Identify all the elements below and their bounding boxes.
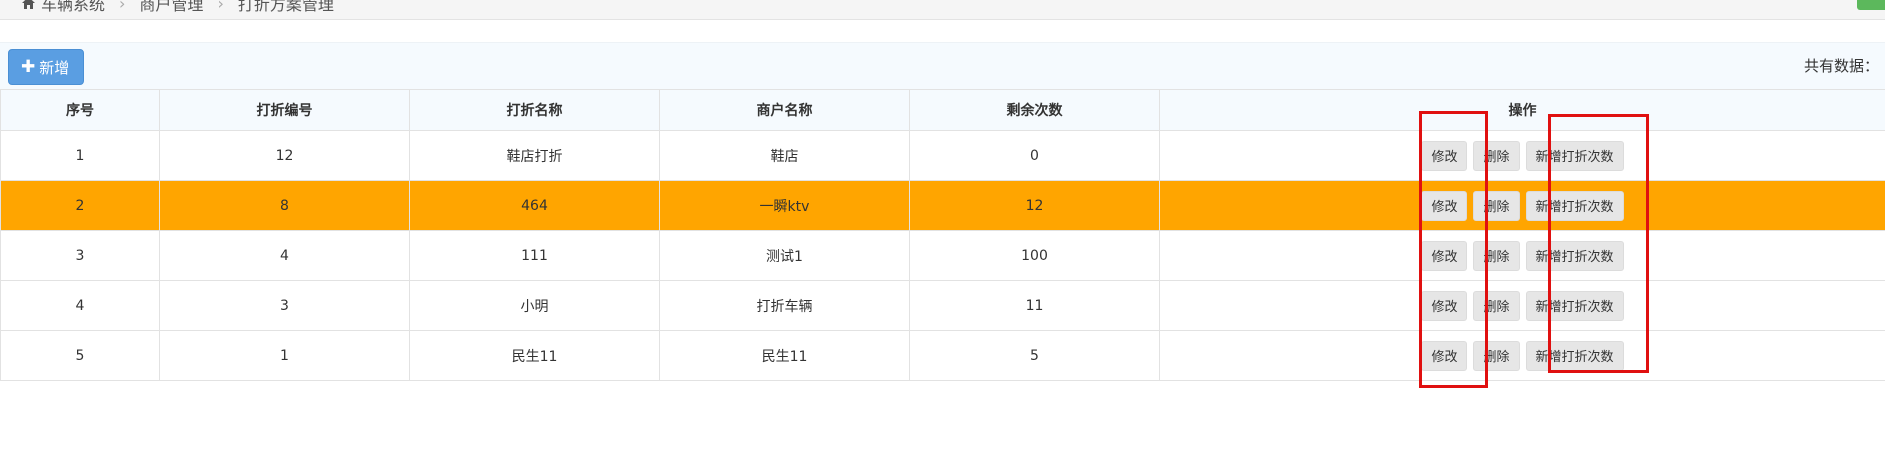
cell-code: 3 bbox=[159, 280, 410, 331]
cell-actions: 修改 删除 新增打折次数 bbox=[1159, 280, 1885, 331]
cell-index: 5 bbox=[0, 330, 160, 381]
breadcrumb-separator: › bbox=[217, 0, 224, 13]
cell-actions: 修改 删除 新增打折次数 bbox=[1159, 130, 1885, 181]
edit-button[interactable]: 修改 bbox=[1421, 340, 1468, 371]
table-row[interactable]: 1 12 鞋店打折 鞋店 0 修改 删除 新增打折次数 bbox=[0, 130, 1885, 181]
delete-button[interactable]: 删除 bbox=[1473, 190, 1520, 221]
header-actions: 操作 bbox=[1159, 89, 1885, 131]
delete-button[interactable]: 删除 bbox=[1473, 340, 1520, 371]
cell-merchant: 打折车辆 bbox=[659, 280, 910, 331]
cell-index: 3 bbox=[0, 230, 160, 281]
header-remaining: 剩余次数 bbox=[909, 89, 1160, 131]
cell-name: 464 bbox=[409, 180, 660, 231]
header-code: 打折编号 bbox=[159, 89, 410, 131]
discount-table: 序号 打折编号 打折名称 商户名称 剩余次数 操作 1 12 鞋店打折 鞋店 0… bbox=[0, 89, 1885, 381]
header-merchant: 商户名称 bbox=[659, 89, 910, 131]
breadcrumb-item-merchant[interactable]: 商户管理 bbox=[139, 0, 203, 15]
cell-remaining: 0 bbox=[909, 130, 1160, 181]
cell-index: 4 bbox=[0, 280, 160, 331]
cell-remaining: 100 bbox=[909, 230, 1160, 281]
cell-remaining: 11 bbox=[909, 280, 1160, 331]
table-header-row: 序号 打折编号 打折名称 商户名称 剩余次数 操作 bbox=[0, 89, 1885, 131]
cell-name: 111 bbox=[409, 230, 660, 281]
table-row[interactable]: 3 4 111 测试1 100 修改 删除 新增打折次数 bbox=[0, 230, 1885, 281]
total-count-label: 共有数据： bbox=[1803, 57, 1879, 75]
cell-merchant: 测试1 bbox=[659, 230, 910, 281]
add-discount-count-button[interactable]: 新增打折次数 bbox=[1525, 340, 1624, 371]
breadcrumb-item-system[interactable]: 车辆系统 bbox=[41, 0, 105, 15]
add-button-label: 新增 bbox=[39, 58, 70, 77]
cell-code: 1 bbox=[159, 330, 410, 381]
home-icon bbox=[22, 0, 35, 9]
header-name: 打折名称 bbox=[409, 89, 660, 131]
cell-name: 鞋店打折 bbox=[409, 130, 660, 181]
cell-code: 8 bbox=[159, 180, 410, 231]
add-discount-count-button[interactable]: 新增打折次数 bbox=[1525, 290, 1624, 321]
cell-remaining: 5 bbox=[909, 330, 1160, 381]
cell-name: 小明 bbox=[409, 280, 660, 331]
table-row[interactable]: 4 3 小明 打折车辆 11 修改 删除 新增打折次数 bbox=[0, 280, 1885, 331]
add-discount-count-button[interactable]: 新增打折次数 bbox=[1525, 240, 1624, 271]
breadcrumb-bar: 车辆系统 › 商户管理 › 打折方案管理 bbox=[0, 0, 1885, 20]
edit-button[interactable]: 修改 bbox=[1421, 140, 1468, 171]
toolbar: ✚ 新增 共有数据： bbox=[0, 42, 1885, 90]
cell-code: 12 bbox=[159, 130, 410, 181]
cell-name: 民生11 bbox=[409, 330, 660, 381]
breadcrumb-item-discount: 打折方案管理 bbox=[237, 0, 334, 14]
cell-actions: 修改 删除 新增打折次数 bbox=[1159, 330, 1885, 381]
cell-merchant: 一瞬ktv bbox=[659, 180, 910, 231]
breadcrumb: 车辆系统 › 商户管理 › 打折方案管理 bbox=[22, 0, 334, 15]
table-row[interactable]: 5 1 民生11 民生11 5 修改 删除 新增打折次数 bbox=[0, 330, 1885, 381]
edit-button[interactable]: 修改 bbox=[1421, 240, 1468, 271]
edit-button[interactable]: 修改 bbox=[1421, 290, 1468, 321]
cell-actions: 修改 删除 新增打折次数 bbox=[1159, 180, 1885, 231]
cell-code: 4 bbox=[159, 230, 410, 281]
cell-actions: 修改 删除 新增打折次数 bbox=[1159, 230, 1885, 281]
cell-merchant: 鞋店 bbox=[659, 130, 910, 181]
add-discount-count-button[interactable]: 新增打折次数 bbox=[1525, 190, 1624, 221]
delete-button[interactable]: 删除 bbox=[1473, 290, 1520, 321]
cell-remaining: 12 bbox=[909, 180, 1160, 231]
edit-button[interactable]: 修改 bbox=[1421, 190, 1468, 221]
plus-icon: ✚ bbox=[21, 56, 36, 77]
cell-merchant: 民生11 bbox=[659, 330, 910, 381]
header-index: 序号 bbox=[0, 89, 160, 131]
delete-button[interactable]: 删除 bbox=[1473, 240, 1520, 271]
cell-index: 1 bbox=[0, 130, 160, 181]
table-row[interactable]: 2 8 464 一瞬ktv 12 修改 删除 新增打折次数 bbox=[0, 180, 1885, 231]
add-discount-count-button[interactable]: 新增打折次数 bbox=[1525, 140, 1624, 171]
breadcrumb-separator: › bbox=[119, 0, 126, 13]
refresh-button[interactable] bbox=[1857, 0, 1885, 10]
cell-index: 2 bbox=[0, 180, 160, 231]
delete-button[interactable]: 删除 bbox=[1473, 140, 1520, 171]
add-button[interactable]: ✚ 新增 bbox=[8, 49, 85, 85]
